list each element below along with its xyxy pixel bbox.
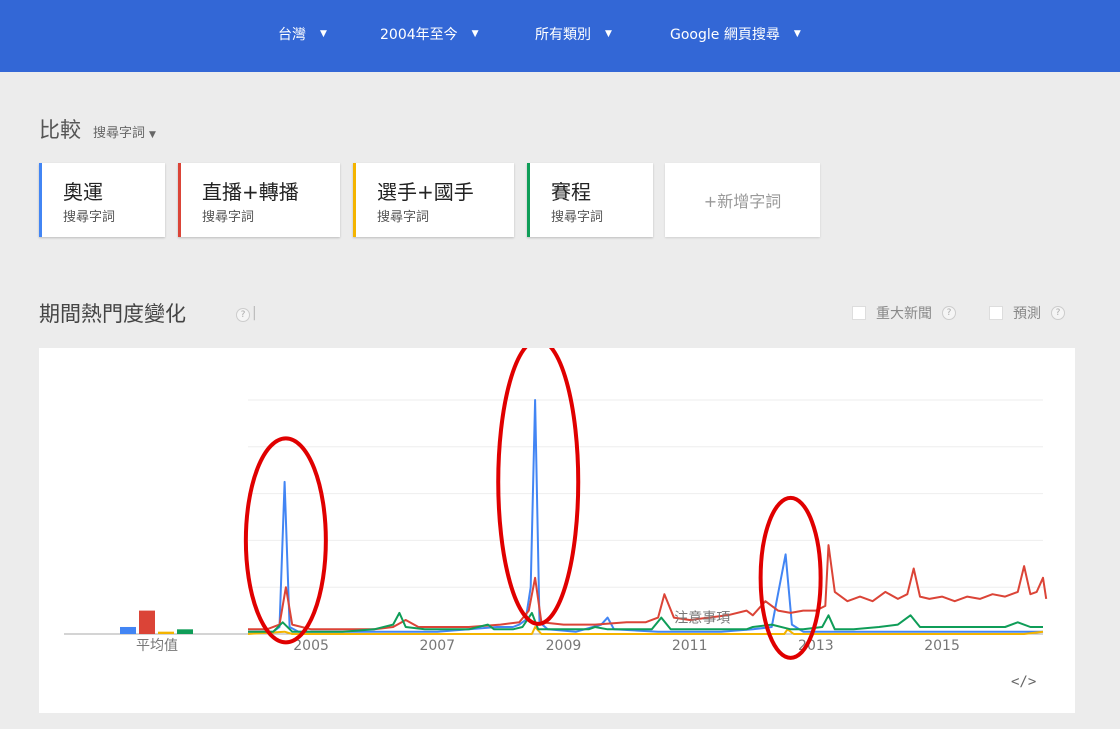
forecast-checkbox[interactable] — [989, 306, 1003, 320]
forecast-label: 預測 — [1013, 306, 1041, 322]
top-filter-bar: 台灣 ▼ 2004年至今 ▼ 所有類別 ▼ Google 網頁搜尋 ▼ — [0, 0, 1120, 72]
embed-code-icon[interactable]: </> — [1011, 674, 1036, 690]
x-tick-label: 2007 — [419, 638, 455, 654]
filter-region[interactable]: 台灣 ▼ — [278, 22, 327, 46]
news-headlines-label: 重大新聞 — [876, 306, 932, 322]
average-bar-3 — [158, 631, 174, 634]
filter-category[interactable]: 所有類別 ▼ — [535, 22, 612, 46]
term-name: 直播+轉播 — [202, 180, 299, 204]
filter-search-type-label: Google 網頁搜尋 — [670, 27, 780, 43]
chart-note-label: 注意事項 — [674, 609, 730, 626]
chevron-down-icon: ▼ — [471, 29, 479, 39]
option-forecast: 預測 ? — [989, 303, 1065, 323]
term-color-bar — [178, 163, 181, 237]
help-icon[interactable]: ? — [236, 308, 250, 322]
term-color-bar — [353, 163, 356, 237]
term-name: 賽程 — [551, 180, 591, 204]
chart-card: 平均值 2005 2007 2009 2011 2013 2015 注意事項 </> — [39, 348, 1075, 713]
compare-type-label: 搜尋字詞 — [93, 126, 146, 141]
filter-category-label: 所有類別 — [535, 27, 591, 43]
term-card-athletes[interactable]: 選手+國手 搜尋字詞 — [353, 163, 514, 237]
section-title: 期間熱門度變化 — [39, 302, 186, 326]
term-name: 奧運 — [63, 180, 103, 204]
average-bar-1 — [120, 626, 136, 634]
x-tick-label: 2011 — [672, 638, 708, 654]
compare-type-select[interactable]: 搜尋字詞 ▼ — [93, 122, 156, 141]
option-news-headlines: 重大新聞 ? — [852, 303, 956, 323]
average-bar-2 — [139, 610, 155, 634]
interest-over-time-chart: 平均值 2005 2007 2009 2011 2013 2015注意事項 — [64, 348, 1048, 660]
average-bar-4 — [177, 629, 193, 634]
compare-title: 比較 — [39, 118, 81, 142]
term-card-schedule[interactable]: 賽程 搜尋字詞 — [527, 163, 653, 237]
chevron-down-icon: ▼ — [320, 29, 327, 39]
news-headlines-checkbox[interactable] — [852, 306, 866, 320]
filter-search-type[interactable]: Google 網頁搜尋 ▼ — [670, 22, 801, 46]
filter-time-range[interactable]: 2004年至今 ▼ — [380, 22, 479, 46]
add-term-button[interactable]: +新增字詞 — [665, 163, 820, 237]
filter-region-label: 台灣 — [278, 27, 306, 43]
x-tick-label: 2005 — [293, 638, 329, 654]
term-type: 搜尋字詞 — [551, 210, 604, 225]
term-name: 選手+國手 — [377, 180, 474, 204]
chevron-down-icon: ▼ — [149, 130, 156, 140]
average-label: 平均值 — [136, 638, 178, 654]
help-icon[interactable]: ? — [1051, 306, 1065, 320]
help-icon[interactable]: ? — [942, 306, 956, 320]
divider: | — [252, 305, 257, 321]
term-type: 搜尋字詞 — [377, 210, 430, 225]
compare-row: 比較 搜尋字詞 ▼ — [39, 114, 156, 144]
term-card-olympics[interactable]: 奧運 搜尋字詞 — [39, 163, 165, 237]
chevron-down-icon: ▼ — [793, 29, 801, 39]
filter-time-range-label: 2004年至今 — [380, 27, 458, 43]
x-tick-label: 2009 — [546, 638, 582, 654]
x-tick-label: 2015 — [924, 638, 960, 654]
term-type: 搜尋字詞 — [202, 210, 255, 225]
term-card-live-broadcast[interactable]: 直播+轉播 搜尋字詞 — [178, 163, 340, 237]
term-color-bar — [527, 163, 530, 237]
term-type: 搜尋字詞 — [63, 210, 116, 225]
term-color-bar — [39, 163, 42, 237]
chevron-down-icon: ▼ — [605, 29, 612, 39]
